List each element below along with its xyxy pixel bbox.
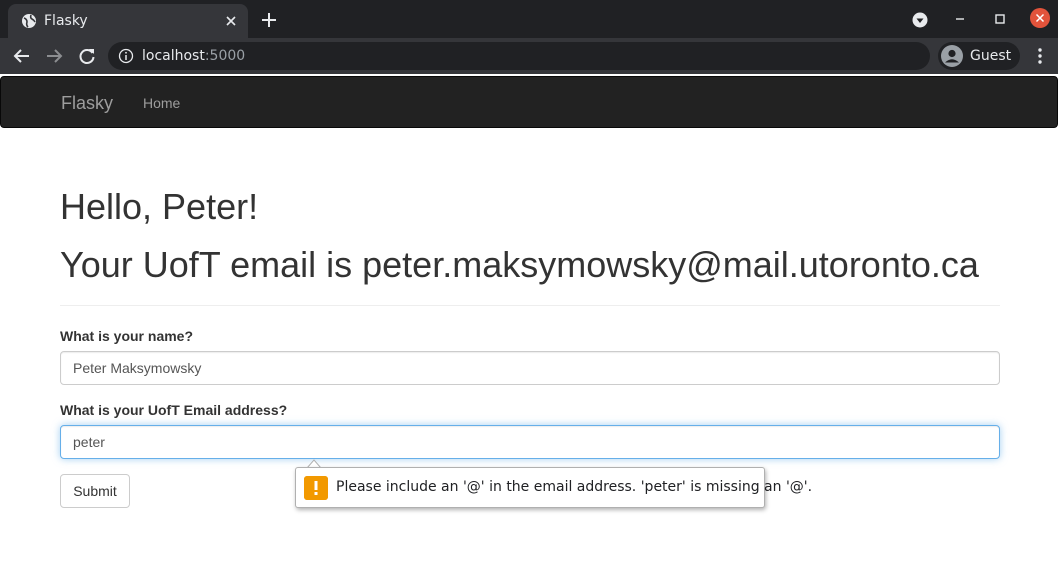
validation-message: Please include an '@' in the email addre… (336, 479, 813, 495)
tab-title: Flasky (44, 13, 88, 29)
url-port: :5000 (204, 48, 246, 64)
email-input[interactable] (60, 425, 1000, 459)
email-heading: Your UofT email is peter.maksymowsky@mai… (60, 244, 979, 285)
new-tab-icon[interactable] (259, 10, 279, 30)
nav-link-home[interactable]: Home (143, 95, 180, 111)
profile-label: Guest (970, 48, 1012, 64)
kebab-menu-icon[interactable] (1030, 46, 1050, 66)
browser-tab[interactable]: Flasky (8, 4, 248, 38)
forward-arrow-icon[interactable] (44, 46, 64, 66)
reload-icon[interactable] (77, 46, 97, 66)
page-header-divider (60, 305, 1000, 306)
tab-search-icon[interactable] (912, 12, 928, 28)
browser-tabstrip: Flasky (0, 0, 1058, 38)
site-info-icon[interactable] (118, 48, 134, 64)
window-close-icon[interactable] (1029, 7, 1051, 29)
submit-button[interactable]: Submit (60, 474, 130, 508)
navbar-brand[interactable]: Flasky (61, 93, 113, 114)
guest-avatar-icon (941, 45, 963, 67)
back-arrow-icon[interactable] (12, 46, 32, 66)
name-label: What is your name? (60, 328, 194, 344)
validation-tooltip: Please include an '@' in the email addre… (295, 467, 812, 508)
address-bar[interactable]: localhost:5000 (108, 42, 930, 70)
minimize-icon[interactable] (953, 12, 967, 26)
greeting-heading: Hello, Peter! (60, 186, 259, 227)
site-navbar: Flasky Home (0, 76, 1058, 128)
globe-icon (22, 14, 36, 28)
url-text: localhost:5000 (142, 48, 245, 64)
browser-toolbar: localhost:5000 Guest (0, 38, 1058, 74)
profile-button[interactable]: Guest (938, 42, 1020, 70)
name-input[interactable] (60, 351, 1000, 385)
close-tab-icon[interactable] (222, 12, 240, 30)
email-label: What is your UofT Email address? (60, 402, 288, 418)
url-host: localhost (142, 48, 205, 64)
warning-icon (304, 476, 328, 500)
maximize-icon[interactable] (993, 12, 1007, 26)
